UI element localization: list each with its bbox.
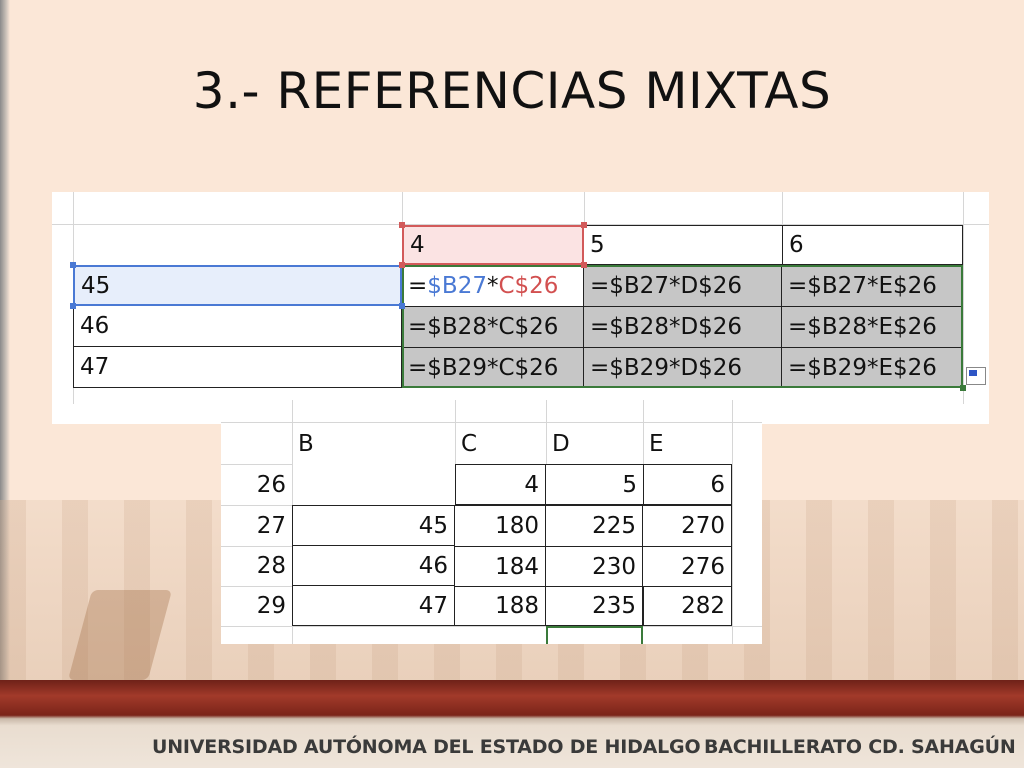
row-reference-handle[interactable] <box>70 262 76 268</box>
formula-text: =$B27*D$26 <box>590 272 743 299</box>
row-header-26: 26 <box>256 471 286 498</box>
formula-cell[interactable]: =$B27*D$26 <box>584 265 782 306</box>
header-cell-e[interactable]: 6 <box>782 225 963 265</box>
row-value-cell-29[interactable]: 47 <box>73 347 402 388</box>
formula-cell[interactable]: =$B28*D$26 <box>584 306 782 347</box>
formula-column-reference: C$26 <box>498 272 559 299</box>
footer-school: BACHILLERATO CD. SAHAGÚN <box>704 736 1016 758</box>
result-cell[interactable]: 270 <box>643 505 732 546</box>
result-cell[interactable]: 282 <box>643 586 732 626</box>
header-value: 6 <box>789 232 804 258</box>
formula-cell[interactable]: =$B27*E$26 <box>782 265 963 306</box>
row-value-cell-28[interactable]: 46 <box>73 306 402 347</box>
formula-operator: * <box>486 272 499 299</box>
formula-text: =$B28*C$26 <box>408 314 559 340</box>
formula-cell-active[interactable]: = $B27 * C$26 <box>402 265 584 306</box>
result-b-cell[interactable]: 45 <box>292 505 455 546</box>
row-value: 45 <box>81 272 111 299</box>
formula-text: =$B28*D$26 <box>590 314 743 340</box>
result-cell[interactable]: 188 <box>455 586 546 626</box>
formula-text: =$B29*E$26 <box>788 355 937 381</box>
column-reference-handle[interactable] <box>581 262 587 268</box>
result-cell[interactable]: 180 <box>455 505 546 546</box>
formula-cell[interactable]: =$B29*E$26 <box>782 347 963 388</box>
formula-row-reference: $B27 <box>427 272 487 299</box>
column-header-d: D <box>552 430 570 457</box>
row-value-cell-27[interactable]: 45 <box>73 265 402 306</box>
result-cell[interactable]: 276 <box>643 546 732 586</box>
result-b-cell[interactable]: 47 <box>292 586 455 626</box>
result-cell[interactable]: 6 <box>643 464 732 505</box>
header-cell-d[interactable]: 5 <box>584 225 782 265</box>
formula-eq: = <box>408 272 428 299</box>
footer-university: UNIVERSIDAD AUTÓNOMA DEL ESTADO DE HIDAL… <box>152 736 701 758</box>
formula-cell[interactable]: =$B28*C$26 <box>402 306 584 347</box>
formula-text: =$B29*D$26 <box>590 355 743 381</box>
row-value: 47 <box>80 354 110 380</box>
row-value: 46 <box>80 313 110 339</box>
formula-text: =$B27*E$26 <box>788 272 937 299</box>
results-spreadsheet: B C D E 26 27 28 29 4 5 6 45 180 225 270 <box>221 400 762 644</box>
fill-handle-square[interactable] <box>960 385 966 391</box>
row-reference-handle[interactable] <box>399 303 405 309</box>
row-header-27: 27 <box>256 512 286 539</box>
column-header-b: B <box>298 430 314 457</box>
formula-spreadsheet: 4 5 6 45 46 47 = $B27 * C$26 =$B27*D$26 =$B… <box>52 192 989 424</box>
column-header-c: C <box>461 430 478 457</box>
column-header-e: E <box>649 430 664 457</box>
formula-cell[interactable]: =$B29*D$26 <box>584 347 782 388</box>
result-cell[interactable]: 225 <box>546 505 643 546</box>
formula-text: =$B28*E$26 <box>788 314 937 340</box>
row-header-29: 29 <box>256 593 286 619</box>
result-cell[interactable]: 4 <box>455 464 546 505</box>
header-cell-c[interactable]: 4 <box>402 225 584 265</box>
formula-text: =$B29*C$26 <box>408 355 559 381</box>
row-reference-handle[interactable] <box>70 303 76 309</box>
selection-outline <box>546 626 643 644</box>
result-b-cell[interactable]: 46 <box>292 546 455 586</box>
result-cell[interactable]: 230 <box>546 546 643 586</box>
column-reference-handle[interactable] <box>399 262 405 268</box>
column-reference-handle[interactable] <box>399 222 405 228</box>
header-value: 4 <box>410 232 425 258</box>
row-header-28: 28 <box>256 553 286 579</box>
formula-cell[interactable]: =$B29*C$26 <box>402 347 584 388</box>
header-value: 5 <box>590 232 605 258</box>
formula-cell[interactable]: =$B28*E$26 <box>782 306 963 347</box>
result-cell[interactable]: 5 <box>546 464 643 505</box>
result-cell[interactable]: 235 <box>546 586 643 626</box>
autofill-options-icon[interactable] <box>966 367 986 385</box>
result-cell[interactable]: 184 <box>455 546 546 586</box>
column-reference-handle[interactable] <box>581 222 587 228</box>
slide-title: 3.- REFERENCIAS MIXTAS <box>192 62 832 120</box>
